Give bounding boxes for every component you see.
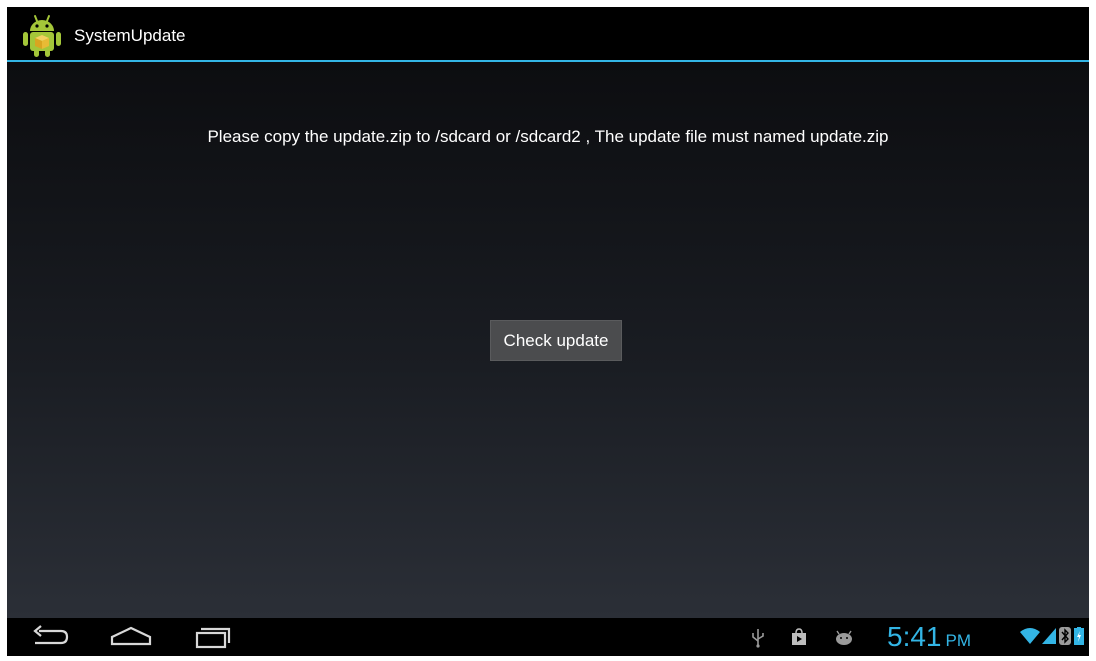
device-screen: SystemUpdate Please copy the update.zip … <box>7 7 1089 656</box>
battery-icon <box>1074 627 1084 645</box>
recent-apps-icon[interactable] <box>193 622 233 652</box>
app-title: SystemUpdate <box>74 26 186 45</box>
back-icon[interactable] <box>29 622 69 652</box>
action-bar: SystemUpdate <box>7 7 1089 62</box>
wifi-icon <box>1020 628 1040 644</box>
android-package-icon <box>23 15 61 57</box>
usb-icon <box>752 629 764 648</box>
clock-ampm: PM <box>945 631 972 650</box>
shopping-bag-icon <box>792 628 806 645</box>
instructions-text: Please copy the update.zip to /sdcard or… <box>207 127 889 146</box>
system-bar: 5:41 PM <box>7 618 1089 656</box>
main-content: Please copy the update.zip to /sdcard or… <box>7 62 1089 618</box>
clock-time: 5:41 <box>887 621 942 652</box>
status-clock: 5:41 PM <box>887 621 971 653</box>
home-icon[interactable] <box>109 622 153 652</box>
android-debug-icon <box>836 630 852 645</box>
signal-icon <box>1042 628 1056 644</box>
check-update-button[interactable]: Check update <box>490 320 622 361</box>
bluetooth-icon <box>1059 627 1071 645</box>
